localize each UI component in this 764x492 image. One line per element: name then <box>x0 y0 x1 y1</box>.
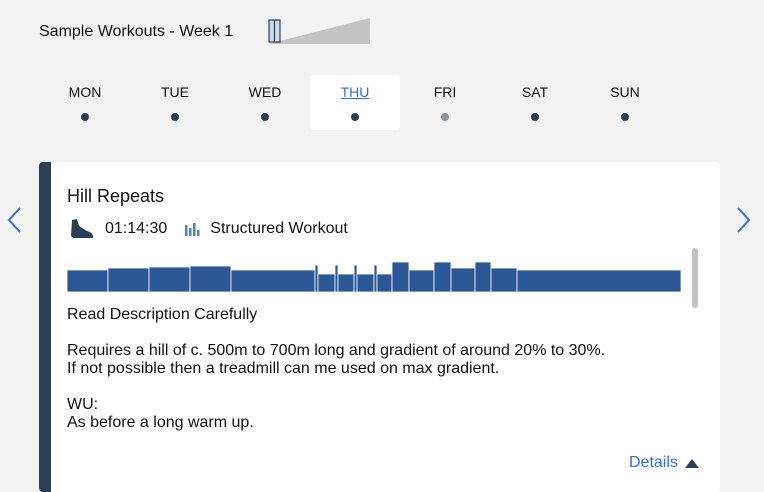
plan-title: Sample Workouts - Week 1 <box>39 23 234 40</box>
day-workout-indicator <box>171 113 179 121</box>
day-tab-label: MON <box>68 84 102 100</box>
profile-segment <box>148 266 191 292</box>
workout-profile-chart <box>67 261 681 292</box>
day-tab-label: FRI <box>433 84 457 100</box>
profile-segment <box>230 269 316 292</box>
day-tab-label: TUE <box>161 84 189 100</box>
day-tab-tue[interactable]: TUE <box>130 75 220 130</box>
workout-title: Hill Repeats <box>67 186 165 206</box>
profile-segment <box>490 267 518 292</box>
profile-segment <box>67 269 109 292</box>
description-paragraph: WU: As before a long warm up. <box>67 396 254 431</box>
day-tab-wed[interactable]: WED <box>220 75 310 130</box>
profile-segment <box>408 269 435 292</box>
scrollbar-thumb[interactable] <box>692 248 698 308</box>
day-workout-indicator <box>621 113 629 121</box>
profile-segment <box>189 265 232 292</box>
workout-card: Hill Repeats 01:14:30 Structured Workout <box>39 162 720 492</box>
profile-segment <box>516 269 681 292</box>
workout-type: Structured Workout <box>210 220 348 237</box>
day-tab-label: SUN <box>610 84 640 100</box>
profile-segment <box>334 264 339 292</box>
day-tab-fri[interactable]: FRI <box>400 75 490 130</box>
day-workout-indicator <box>81 113 89 121</box>
description-paragraph: Requires a hill of c. 500m to 700m long … <box>67 342 606 377</box>
chevron-left-icon[interactable] <box>6 205 24 235</box>
day-tab-label: THU <box>340 84 370 100</box>
workout-duration: 01:14:30 <box>105 220 168 237</box>
profile-segment <box>337 273 355 292</box>
profile-segment <box>450 267 476 292</box>
profile-segment <box>317 273 336 292</box>
bar-chart-icon <box>185 223 200 236</box>
profile-segment <box>391 261 410 292</box>
details-toggle[interactable]: Details <box>629 454 699 472</box>
description-paragraph: Read Description Carefully <box>67 306 258 323</box>
day-tab-sat[interactable]: SAT <box>490 75 580 130</box>
caret-up-icon <box>684 458 699 468</box>
content-scrollbar[interactable] <box>687 246 703 436</box>
day-workout-indicator <box>261 113 269 121</box>
profile-segment <box>373 264 378 292</box>
workout-content[interactable]: Read Description Carefully Requires a hil… <box>67 246 703 436</box>
day-tab-label: WED <box>248 84 282 100</box>
profile-segment <box>474 261 492 292</box>
profile-segment <box>107 267 150 292</box>
plan-header: Sample Workouts - Week 1 <box>39 18 233 46</box>
day-selector: MON TUE WED THU FRI SAT SUN <box>40 75 670 130</box>
details-label: Details <box>629 454 678 471</box>
day-tab-label: SAT <box>521 84 549 100</box>
day-workout-indicator <box>441 113 449 121</box>
profile-segment <box>433 261 452 292</box>
card-accent-bar <box>39 162 51 492</box>
week-intensity-chart[interactable] <box>268 18 370 44</box>
profile-segment <box>376 273 393 292</box>
day-tab-mon[interactable]: MON <box>40 75 130 130</box>
workout-description: Read Description Carefully Requires a hil… <box>67 306 681 436</box>
day-tab-thu[interactable]: THU <box>310 75 400 130</box>
profile-segment <box>356 273 375 292</box>
workout-meta: 01:14:30 Structured Workout <box>69 218 348 240</box>
profile-segment <box>314 264 319 292</box>
day-tab-sun[interactable]: SUN <box>580 75 670 130</box>
day-workout-indicator <box>531 113 539 121</box>
day-workout-indicator <box>351 113 359 121</box>
profile-segment <box>353 264 358 292</box>
chevron-right-icon[interactable] <box>734 205 752 235</box>
shoe-icon <box>71 219 93 238</box>
